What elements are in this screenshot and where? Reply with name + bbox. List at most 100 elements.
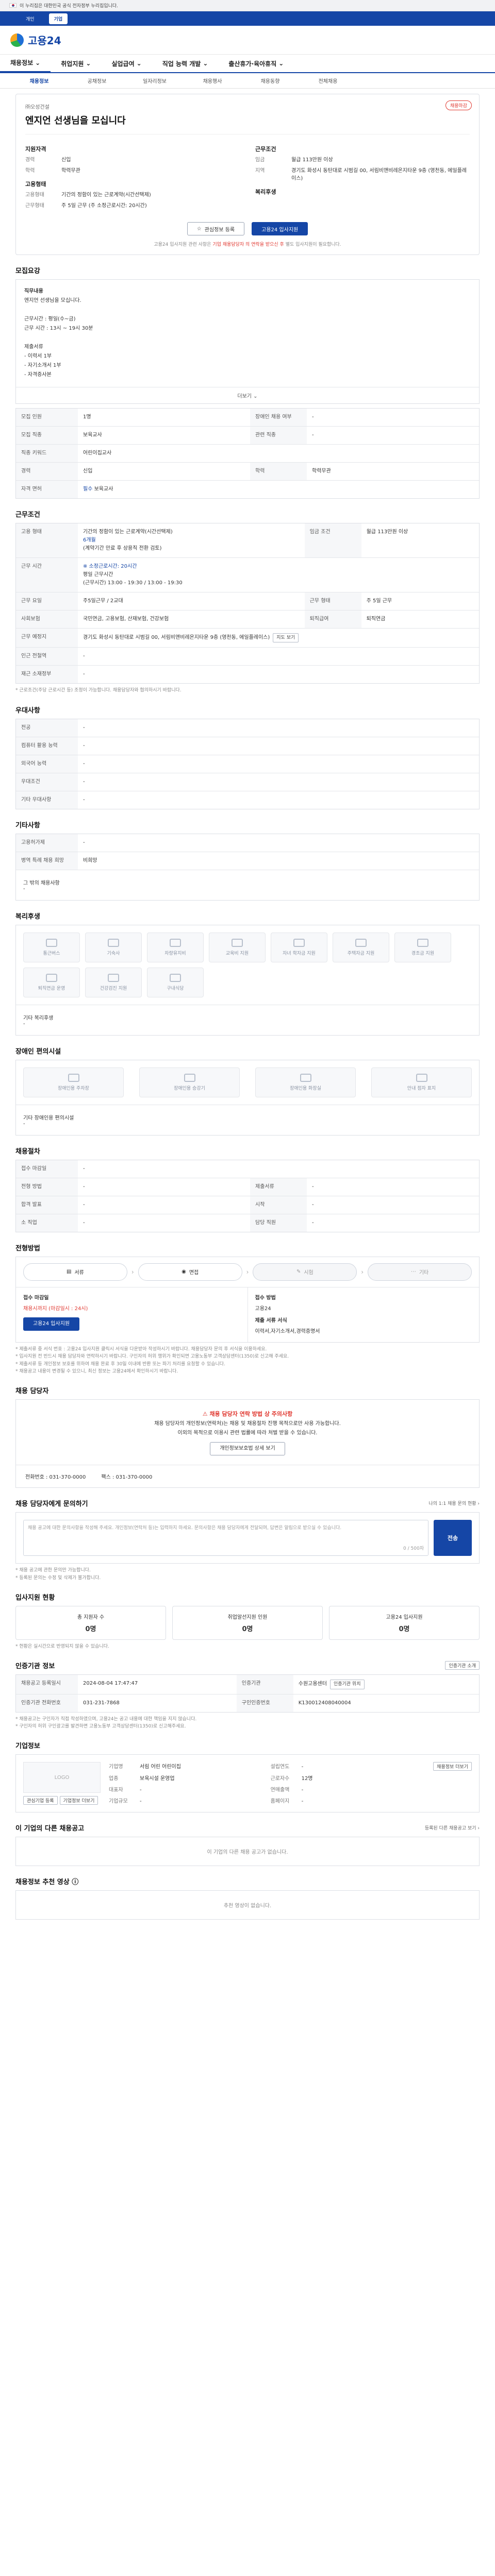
company-row: 기업규모 - [109, 1797, 260, 1805]
etc-other-value: - [23, 886, 25, 892]
summary-key: 근무형태 [25, 203, 44, 209]
welfare-label: 기숙사 [107, 951, 120, 956]
desc-line [24, 333, 471, 343]
company-key: 설립연도 [270, 1764, 290, 1770]
apply-label: 고용24 입사지원 [261, 227, 299, 233]
gnb-item-support[interactable]: 취업지원 ⌄ [51, 54, 101, 73]
gnb-item-jobs[interactable]: 채용정보 ⌄ [0, 54, 51, 73]
agency-intro-button[interactable]: 인증기관 소개 [445, 1661, 480, 1670]
phone-number: 전화번호 : 031-370-0000 [25, 1475, 86, 1481]
company-key: 연매출액 [270, 1787, 290, 1793]
elevator-icon [184, 1073, 195, 1082]
apply-button-2[interactable]: 고용24 입사지원 [23, 1317, 80, 1331]
table-cell: - [78, 665, 479, 684]
manager-alert: ⚠ 채용 담당자 연락 방법 상 주의사항 [25, 1409, 470, 1419]
inquiry-box: 채용 공고에 대한 문의사항을 작성해 주세요. 개인정보(연락처 등)는 입력… [15, 1512, 480, 1564]
gnb-item-benefits[interactable]: 실업급여 ⌄ [101, 54, 152, 73]
map-button[interactable]: 지도 보기 [273, 633, 299, 643]
section-title: 채용 담당자에게 문의하기 [15, 1500, 88, 1509]
step-label: 면접 [189, 1270, 199, 1276]
company-key: 업종 [109, 1775, 119, 1782]
section-title: 기타사항 [15, 821, 40, 829]
company-logo: LOGO [23, 1762, 101, 1793]
table-header-cell: 사회보험 [16, 610, 78, 629]
stat-card: 고용24 입사지원 0명 [329, 1605, 480, 1640]
brand-logo-icon[interactable] [10, 33, 24, 47]
summary-key: 경력 [25, 157, 35, 163]
subnav-item[interactable]: 일자리정보 [126, 77, 184, 84]
disability-other: 기타 장애인용 편의시설 - [16, 1104, 479, 1135]
table-cell: ※ 소정근로시간: 20시간 평일 근무시간 (근무시간) 13:00 - 19… [78, 557, 479, 592]
recruit-section: 모집요강 직무내용 엔지언 선생님을 모십니다. 근무시간 : 평일(수~금) … [15, 265, 480, 499]
company-more-button[interactable]: 기업정보 더보기 [59, 1796, 98, 1805]
subnav-item[interactable]: 채용동향 [241, 77, 299, 84]
gnb-item-leave[interactable]: 출산휴가·육아휴직 ⌄ [218, 54, 294, 73]
summary-value: 학력무관 [61, 168, 80, 174]
desc-title: 직무내용 [24, 289, 43, 294]
application-info: 접수 마감일 채용시까지 (마감일시 : 24시) 고용24 입사지원 접수 방… [16, 1286, 479, 1342]
inquiry-status-link[interactable]: 나의 1:1 채용 문의 현황 › [428, 1500, 480, 1506]
company-value: 12명 [301, 1775, 313, 1782]
gnb-item-training[interactable]: 직업 능력 개발 ⌄ [152, 54, 219, 73]
table-cell: 경기도 화성시 동탄대로 시범길 00, 서림비앤비레온지타운 9층 (영천동,… [78, 628, 479, 648]
subnav-item[interactable]: 공채정보 [68, 77, 126, 84]
note-text: 별도 입사지원이 필요합니다. [284, 242, 341, 247]
inquiry-placeholder: 채용 공고에 대한 문의사항을 작성해 주세요. 개인정보(연락처 등)는 입력… [28, 1526, 342, 1531]
table-cell: 기간의 정함이 있는 근로계약(시간선택제) 6개월 (계약기간 만료 후 상용… [78, 523, 305, 558]
table-cell: 수원고용센터 인증기관 위치 [293, 1675, 479, 1694]
recruit-box: 직무내용 엔지언 선생님을 모십니다. 근무시간 : 평일(수~금) 근무 시간… [15, 279, 480, 404]
alert-text: 채용 담당자 연락 방법 상 주의사항 [209, 1411, 293, 1418]
subnav-item[interactable]: 채용정보 [10, 77, 68, 84]
welfare-label: 경조금 지원 [411, 951, 435, 956]
company-jobs-button[interactable]: 채용정보 더보기 [433, 1762, 472, 1771]
section-title: 우대사항 [15, 706, 40, 715]
company-left: LOGO 관심기업 등록 기업정보 더보기 [23, 1762, 101, 1805]
agency-location-button[interactable]: 인증기관 위치 [329, 1680, 365, 1689]
car-icon [170, 938, 181, 947]
privacy-detail-button[interactable]: 개인정보보호법 상세 보기 [210, 1442, 285, 1456]
procedure-section: 채용절차 접수 마감일 - 전형 방법 - 제출서류 - 합격 발표 - 시작 - 소 직업 -… [15, 1146, 480, 1232]
brand-name[interactable]: 고용24 [28, 32, 61, 47]
scrap-button[interactable]: ☆ 관심정보 등록 [187, 222, 245, 235]
table-header-cell: 모집 인원 [16, 409, 78, 427]
company-details: 기업명 서림 어린 어린이집 설립연도 - 업종 보육시설 운영업 근로자수 12명 대… [109, 1762, 422, 1805]
hours-value: 평일 근무시간 (근무시간) 13:00 - 19:30 / 13:00 - 1… [83, 572, 183, 586]
table-header-cell: 구인인증번호 [236, 1693, 293, 1712]
section-title: 장애인 편의시설 [15, 1047, 61, 1056]
util-tab-company[interactable]: 기업 [48, 13, 68, 24]
manager-notice: ⚠ 채용 담당자 연락 방법 상 주의사항 채용 담당자의 개인정보(연락처)는… [16, 1400, 479, 1465]
emp-type-value: 기간의 정함이 있는 근로계약(시간선택제) [83, 529, 173, 535]
subnav-item[interactable]: 채용행사 [184, 77, 241, 84]
desc-line: - 자격증사본 [24, 372, 52, 378]
welfare-item: 경조금 지원 [394, 932, 451, 962]
table-cell: - [83, 724, 85, 731]
table-header-cell: 우대조건 [16, 772, 78, 791]
pencil-icon: ✎ [296, 1269, 301, 1275]
etc-section: 기타사항 고용허가제 - 병역 특례 채용 희망 비희망 그 밖의 채용사항 - [15, 820, 480, 901]
apply-button[interactable]: 고용24 입사지원 [252, 222, 308, 235]
note-line: * 채용공고는 구인자가 직접 작성하였으며, 고용24는 공고 내용에 대한 … [15, 1716, 197, 1722]
send-button[interactable]: 전송 [434, 1520, 472, 1556]
table-row: 채용공고 등록일시 2024-08-04 17:47:47 인증기관 수원고용센터 인증… [16, 1675, 479, 1694]
chevron-down-icon: ⌄ [35, 59, 41, 66]
interest-company-button[interactable]: 관심기업 등록 [23, 1796, 58, 1805]
stats-note: * 현황은 실시간으로 반영되지 않을 수 있습니다. [15, 1643, 109, 1649]
bottom-spacer [15, 1920, 480, 1940]
welfare-label: 건강검진 지원 [100, 986, 127, 991]
table-row: 모집 직종 보육교사 관련 직종 - [16, 426, 479, 445]
step-exam: ✎ 시험 [253, 1263, 357, 1281]
util-tab-personal[interactable]: 개인 [21, 13, 40, 24]
docs-value: 이력서,자기소개서,경력증명서 [255, 1328, 320, 1334]
disability-section: 장애인 편의시설 장애인용 주차장 장애인용 승강기 장애인용 화장실 안내 점… [15, 1046, 480, 1136]
company-row: 설립연도 - [271, 1762, 422, 1770]
more-button[interactable]: 더보기 ⌄ [16, 387, 479, 403]
inquiry-textarea[interactable]: 채용 공고에 대한 문의사항을 작성해 주세요. 개인정보(연락처 등)는 입력… [23, 1520, 428, 1556]
selection-steps: ▤ 서류 › ◉ 면접 › ✎ 시험 › ⋯ 기타 [16, 1257, 479, 1287]
subnav-item[interactable]: 전체채용 [299, 77, 357, 84]
other-jobs-link[interactable]: 등록된 다른 채용공고 보기 › [425, 1824, 480, 1831]
table-header-cell: 근무 요일 [16, 592, 78, 611]
table-cell: 031-231-7868 [78, 1693, 237, 1712]
other-jobs-empty: 이 기업의 다른 채용 공고가 없습니다. [207, 1850, 288, 1856]
dormitory-icon [108, 938, 119, 947]
required-badge: 필수 [83, 486, 93, 492]
